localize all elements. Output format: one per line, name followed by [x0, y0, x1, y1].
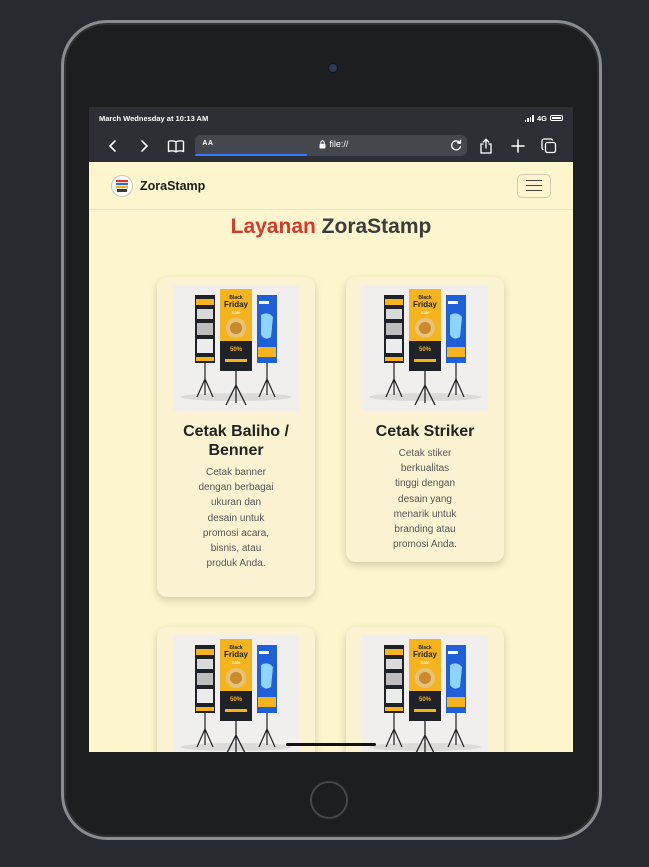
banner-discount: 50% — [419, 697, 432, 703]
banner-sale: Sale — [420, 660, 430, 665]
battery-icon — [550, 115, 563, 121]
home-indicator — [286, 743, 376, 746]
new-tab-button[interactable] — [502, 133, 533, 159]
share-button[interactable] — [471, 133, 502, 159]
text-size-button[interactable]: AA — [202, 140, 213, 147]
banner-title-2: Friday — [413, 300, 438, 309]
card-description: Cetak stiker berkualitas tinggi dengan d… — [393, 448, 457, 551]
banner-image: Black Friday Sale 50% — [362, 635, 488, 752]
back-icon — [108, 139, 116, 152]
screen: March Wednesday at 10:13 AM 4G AA file:/… — [89, 107, 573, 752]
site-navbar: ZoraStamp — [89, 162, 573, 210]
banner-image: Black Friday Sale 50% — [362, 285, 488, 411]
status-bar: March Wednesday at 10:13 AM 4G — [89, 107, 573, 129]
navbar-toggle-button[interactable] — [517, 173, 551, 198]
brand-logo — [111, 174, 133, 197]
banner-image: Black Friday Sale 50% — [173, 285, 299, 411]
forward-icon — [141, 139, 149, 152]
banner-sale: Sale — [231, 310, 241, 315]
tabs-icon — [541, 137, 557, 153]
bookmarks-icon — [167, 139, 184, 153]
banner-discount: 50% — [230, 347, 243, 353]
card-title: Cetak Striker — [375, 423, 475, 440]
new-tab-icon — [511, 138, 525, 153]
home-button[interactable] — [310, 781, 348, 819]
banner-sale: Sale — [231, 660, 241, 665]
banner-discount: 50% — [230, 697, 243, 703]
banner-title-2: Friday — [224, 300, 249, 309]
card-title: Cetak Baliho / Benner — [183, 423, 289, 459]
banner-title-2: Friday — [224, 650, 249, 659]
status-time: March Wednesday at 10:13 AM — [99, 113, 209, 123]
forward-button[interactable] — [128, 133, 159, 159]
service-card[interactable]: Black Friday Sale 50% Cetak Baliho / Ben… — [157, 277, 315, 597]
reload-button[interactable] — [449, 138, 463, 154]
url-text: file:// — [329, 139, 349, 149]
address-bar[interactable]: AA file:// — [195, 135, 467, 156]
service-card[interactable]: Black Friday Sale 50% Cetak Striker Ceta… — [346, 277, 504, 562]
reload-icon — [450, 139, 461, 151]
banner-title-2: Friday — [413, 650, 438, 659]
banner-discount: 50% — [419, 347, 432, 353]
share-icon — [480, 137, 493, 154]
camera — [328, 63, 338, 73]
page-title: Layanan ZoraStamp — [89, 215, 573, 239]
signal-icon — [524, 114, 534, 122]
page-load-progress — [195, 154, 308, 156]
brand-link[interactable]: ZoraStamp — [111, 174, 206, 197]
service-card[interactable]: Black Friday Sale 50% — [157, 627, 315, 752]
brand-name: ZoraStamp — [140, 178, 206, 193]
card-description: Cetak banner dengan berbagai ukuran dan … — [198, 467, 274, 570]
title-rest: ZoraStamp — [321, 215, 432, 238]
title-accent: Layanan — [230, 215, 316, 238]
bookmarks-button[interactable] — [160, 133, 191, 159]
back-button[interactable] — [97, 133, 128, 159]
hamburger-icon — [526, 179, 542, 182]
network-label: 4G — [536, 113, 547, 123]
service-card[interactable]: Black Friday Sale 50% — [346, 627, 504, 752]
browser-toolbar: AA file:// — [89, 129, 573, 162]
lock-icon — [319, 139, 326, 148]
tabs-button[interactable] — [534, 133, 565, 159]
banner-image: Black Friday Sale 50% — [173, 635, 299, 752]
banner-sale: Sale — [420, 310, 430, 315]
